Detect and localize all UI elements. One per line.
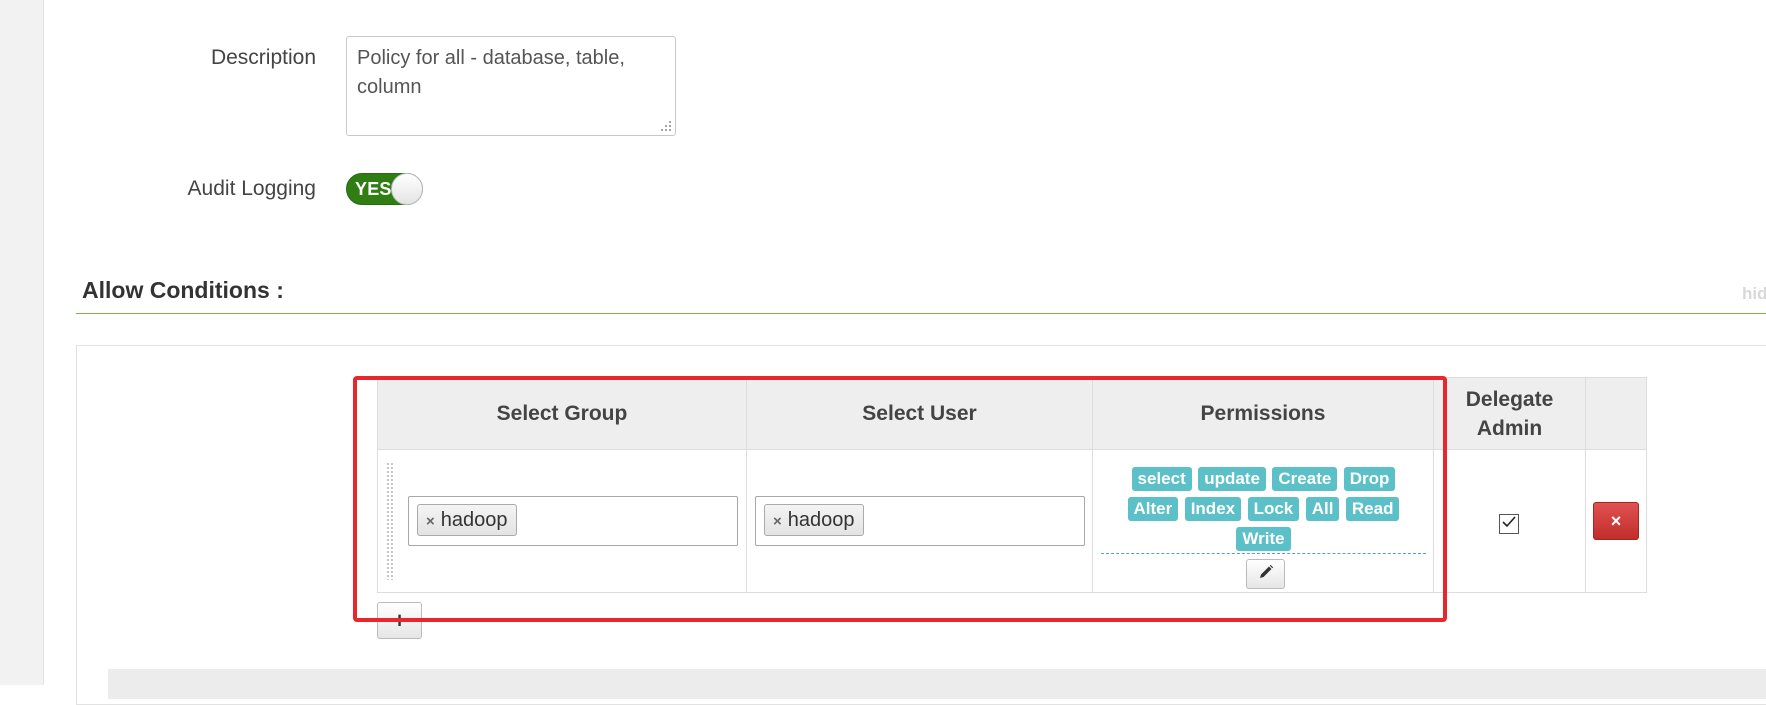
column-header-group: Select Group — [377, 377, 747, 450]
permissions-cell: select update Create Drop Alter Index Lo… — [1092, 449, 1434, 593]
group-cell: × hadoop — [377, 449, 747, 593]
add-condition-button[interactable]: + — [377, 602, 422, 639]
remove-chip-icon[interactable]: × — [426, 513, 435, 530]
delegate-admin-checkbox[interactable] — [1499, 514, 1519, 534]
description-label: Description — [210, 46, 316, 69]
permission-tag: Lock — [1247, 497, 1300, 521]
column-header-user: Select User — [746, 377, 1093, 450]
permission-tag: update — [1198, 467, 1266, 491]
description-textarea[interactable]: Policy for all - database, table, column — [346, 36, 676, 136]
user-select-input[interactable]: × hadoop — [755, 496, 1085, 546]
edit-permissions-button[interactable] — [1246, 559, 1285, 589]
group-chip-label: hadoop — [440, 509, 508, 531]
permission-tag: select — [1131, 467, 1192, 491]
permission-tag: Create — [1272, 467, 1338, 491]
permission-tag: Read — [1345, 497, 1400, 521]
next-section-bar — [108, 669, 1766, 699]
delete-row-button[interactable]: × — [1593, 502, 1639, 540]
user-chip: × hadoop — [764, 504, 864, 536]
permission-tag: All — [1305, 497, 1340, 521]
permission-tag: Index — [1184, 497, 1242, 521]
group-select-input[interactable]: × hadoop — [408, 496, 738, 546]
policy-conditions-table: Select Group Select User Permissions Del… — [377, 377, 1647, 593]
group-chip: × hadoop — [417, 504, 517, 536]
close-icon: × — [1610, 510, 1622, 531]
check-icon — [1501, 515, 1517, 534]
pencil-icon — [1258, 564, 1274, 585]
resize-grip-icon[interactable] — [660, 120, 672, 132]
remove-chip-icon[interactable]: × — [773, 513, 782, 530]
column-header-permissions: Permissions — [1092, 377, 1434, 450]
column-header-delegate-admin: Delegate Admin — [1433, 377, 1586, 450]
delegate-admin-label: Delegate Admin — [1465, 387, 1554, 440]
permission-tags: select update Create Drop Alter Index Lo… — [1093, 465, 1434, 555]
permission-tag: Write — [1236, 527, 1291, 551]
toggle-knob — [391, 173, 423, 205]
audit-logging-toggle[interactable]: YES — [346, 173, 423, 205]
toggle-state-label: YES — [355, 179, 392, 199]
user-chip-label: hadoop — [787, 509, 855, 531]
column-header-actions — [1585, 377, 1647, 450]
left-gutter — [0, 0, 44, 685]
plus-icon: + — [393, 607, 406, 633]
drag-handle-icon[interactable] — [386, 462, 394, 580]
permissions-divider — [1101, 553, 1426, 554]
audit-logging-label: Audit Logging — [187, 177, 316, 200]
section-divider — [76, 313, 1766, 314]
hide-link[interactable]: hid — [1742, 284, 1766, 304]
allow-conditions-title: Allow Conditions : — [82, 277, 284, 303]
actions-cell: × — [1585, 449, 1647, 593]
table-row: × hadoop × hadoop select update Create Dro… — [377, 449, 1647, 593]
user-cell: × hadoop — [746, 449, 1093, 593]
description-text: Policy for all - database, table, column — [357, 47, 625, 98]
permission-tag: Drop — [1343, 467, 1396, 491]
delegate-admin-cell — [1433, 449, 1586, 593]
permission-tag: Alter — [1127, 497, 1179, 521]
